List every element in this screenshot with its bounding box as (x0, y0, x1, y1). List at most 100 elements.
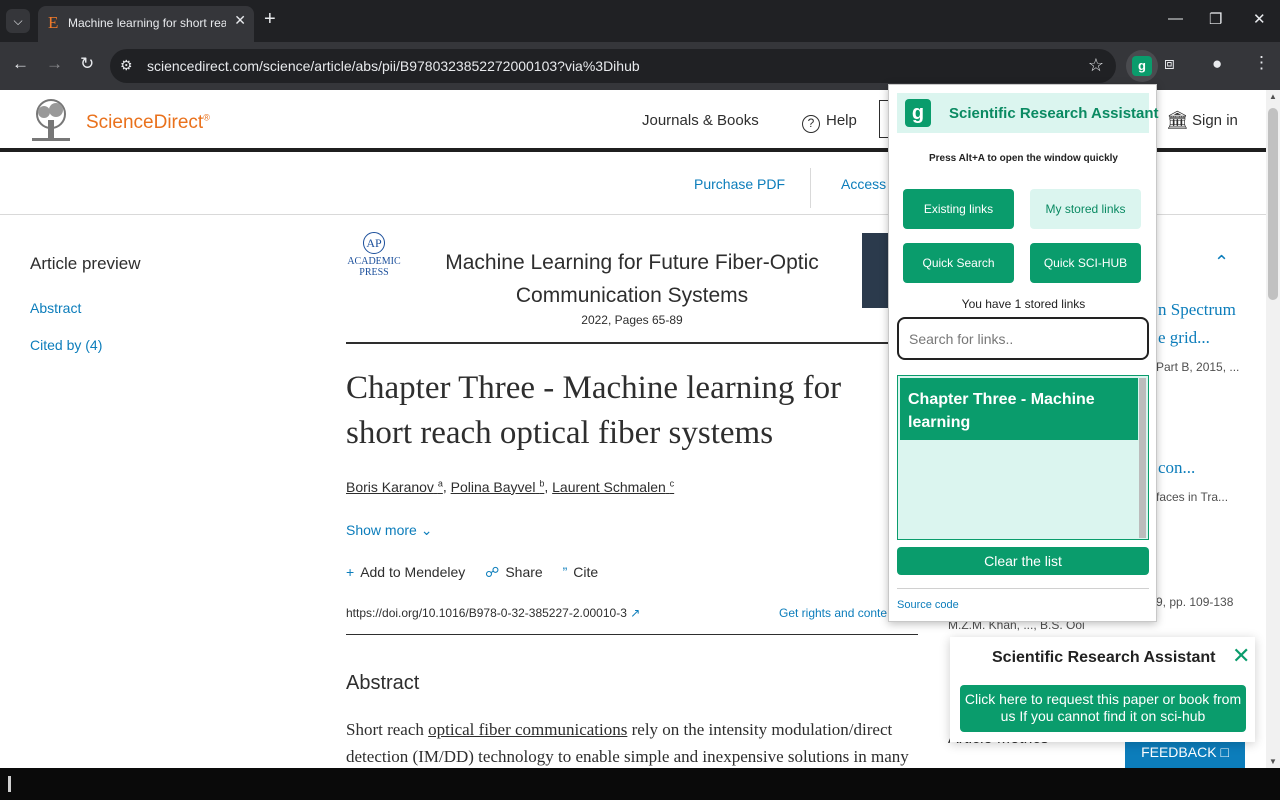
quick-search-button[interactable]: Quick Search (903, 243, 1014, 283)
author-name: Polina Bayvel (450, 478, 536, 495)
extensions-puzzle-icon[interactable]: ⧈ (1164, 54, 1175, 74)
author-affiliation: c (669, 478, 675, 488)
speech-bubble-icon: □ (1220, 744, 1229, 760)
share-button[interactable]: ☍ Share (485, 564, 543, 580)
author-link[interactable]: Polina Bayvel b (450, 478, 545, 495)
doi-link[interactable]: https://doi.org/10.1016/B978-0-32-385227… (346, 606, 640, 620)
show-more-button[interactable]: Show more ⌄ (346, 522, 432, 539)
abstract-pre: Short reach (346, 720, 429, 739)
add-to-mendeley-button[interactable]: + Add to Mendeley (346, 564, 465, 580)
page-scrollbar[interactable]: ▲ ▼ (1266, 90, 1280, 768)
popup-title: Scientific Research Assistant (949, 105, 1159, 122)
toast-title: Scientific Research Assistant (992, 649, 1216, 666)
browser-menu-icon[interactable]: ⋮ (1253, 53, 1270, 73)
doi-divider (346, 634, 918, 635)
book-cover-image[interactable] (862, 233, 888, 308)
stored-links-list: Chapter Three - Machine learning (897, 375, 1149, 540)
book-title-link[interactable]: Machine Learning for Future Fiber-Optic … (432, 246, 832, 312)
existing-links-button[interactable]: Existing links (903, 189, 1014, 229)
scroll-up-arrow-icon[interactable]: ▲ (1269, 92, 1277, 101)
recommended-meta: Part B, 2015, ... (1156, 360, 1240, 374)
back-icon[interactable]: ← (12, 54, 29, 74)
stored-link-item[interactable]: Chapter Three - Machine learning (900, 378, 1138, 440)
chapter-title: Chapter Three - Machine learning for sho… (346, 370, 842, 451)
journals-books-link[interactable]: Journals & Books (642, 112, 759, 129)
reload-icon[interactable]: ↻ (80, 54, 94, 74)
stored-links-button[interactable]: My stored links (1030, 189, 1141, 229)
ap-mark: AP (363, 232, 385, 254)
address-bar[interactable]: ⚙ sciencedirect.com/science/article/abs/… (110, 49, 1116, 83)
profile-icon[interactable]: ● (1212, 54, 1222, 74)
title-divider (346, 342, 888, 344)
quick-scihub-button[interactable]: Quick SCI-HUB (1030, 243, 1141, 283)
share-icon: ☍ (485, 564, 500, 580)
article-actions: + Add to Mendeley ☍ Share ” Cite (346, 564, 614, 581)
sign-in-link[interactable]: Sign in (1192, 112, 1238, 129)
sciencedirect-logo[interactable]: ScienceDirect® (86, 112, 210, 134)
site-settings-icon[interactable]: ⚙ (120, 57, 133, 74)
abstract-topic-link[interactable]: optical fiber communications (428, 720, 627, 739)
source-code-link[interactable]: Source code (897, 599, 959, 611)
request-toast: Scientific Research Assistant ✕ Click he… (950, 637, 1255, 742)
clear-list-button[interactable]: Clear the list (897, 547, 1149, 575)
external-link-icon: ↗ (630, 606, 641, 620)
author-name: Laurent Schmalen (552, 478, 666, 495)
help-link[interactable]: ? Help (802, 112, 857, 133)
rights-link[interactable]: Get rights and conte (779, 606, 887, 620)
browser-toolbar: ← → ↻ ⚙ sciencedirect.com/science/articl… (0, 42, 1280, 90)
access-link[interactable]: Access t (841, 176, 894, 192)
article-preview-heading: Article preview (30, 254, 141, 273)
recommended-title-fragment[interactable]: n Spectrum (1158, 300, 1236, 320)
purchase-pdf-link[interactable]: Purchase PDF (694, 176, 785, 192)
recommended-title-fragment[interactable]: con... (1158, 458, 1195, 478)
recommended-title-fragment[interactable]: e grid... (1158, 328, 1210, 348)
tab-title: Machine learning for short reach (68, 16, 226, 30)
os-taskbar (0, 768, 1280, 800)
show-more-label: Show more (346, 522, 417, 538)
author-affiliation: b (539, 478, 545, 488)
recommended-meta: 9, pp. 109-138 (1156, 595, 1234, 609)
request-paper-button[interactable]: Click here to request this paper or book… (960, 685, 1246, 732)
author-link[interactable]: Boris Karanov a (346, 478, 443, 495)
sidebar-link-abstract[interactable]: Abstract (30, 300, 81, 316)
browser-tab-bar: ⌵ E Machine learning for short reach ✕ +… (0, 0, 1280, 42)
tab-close-icon[interactable]: ✕ (234, 12, 246, 29)
help-label: Help (826, 112, 857, 129)
author-name: Boris Karanov (346, 478, 434, 495)
elsevier-tree-logo[interactable] (30, 98, 72, 142)
institution-icon: 🏛 (1166, 110, 1189, 130)
feedback-label: FEEDBACK (1141, 744, 1217, 760)
extension-icon[interactable]: g (1126, 50, 1158, 82)
popup-header: g Scientific Research Assistant (897, 93, 1159, 133)
share-label: Share (505, 564, 543, 580)
scroll-down-arrow-icon[interactable]: ▼ (1269, 757, 1277, 766)
author-link[interactable]: Laurent Schmalen c (552, 478, 675, 495)
cite-button[interactable]: ” Cite (563, 564, 599, 580)
recommended-meta: faces in Tra... (1156, 490, 1229, 504)
subbar-divider (810, 168, 811, 208)
extension-g-icon: g (1132, 56, 1152, 76)
sciencedirect-logo-text: ScienceDirect (86, 112, 204, 133)
scrollbar-thumb[interactable] (1268, 108, 1278, 300)
tab-search-chevron-icon[interactable]: ⌵ (6, 9, 30, 33)
minimize-icon[interactable]: — (1168, 10, 1183, 27)
url-text[interactable]: sciencedirect.com/science/article/abs/pi… (147, 58, 640, 74)
tab-favicon: E (48, 13, 59, 32)
sidebar-link-cited-by[interactable]: Cited by (4) (30, 337, 102, 353)
quote-icon: ” (562, 564, 568, 580)
new-tab-icon[interactable]: + (264, 8, 276, 31)
forward-icon[interactable]: → (46, 54, 63, 74)
help-icon: ? (802, 115, 820, 133)
browser-tab[interactable]: E Machine learning for short reach ✕ (38, 6, 254, 42)
toast-close-icon[interactable]: ✕ (1232, 643, 1250, 669)
academic-press-logo[interactable]: AP ACADEMIC PRESS (346, 232, 402, 278)
bookmark-star-icon[interactable]: ☆ (1088, 55, 1104, 76)
link-search-input[interactable] (897, 317, 1149, 360)
maximize-icon[interactable]: ❐ (1209, 10, 1222, 28)
extension-logo-icon: g (905, 99, 931, 127)
chevron-down-icon: ⌄ (420, 522, 433, 538)
author-list: Boris Karanov a, Polina Bayvel b, Lauren… (346, 478, 675, 495)
chevron-up-icon[interactable]: ⌃ (1214, 252, 1229, 273)
list-scrollbar[interactable] (1139, 378, 1146, 538)
window-close-icon[interactable]: ✕ (1253, 10, 1266, 28)
